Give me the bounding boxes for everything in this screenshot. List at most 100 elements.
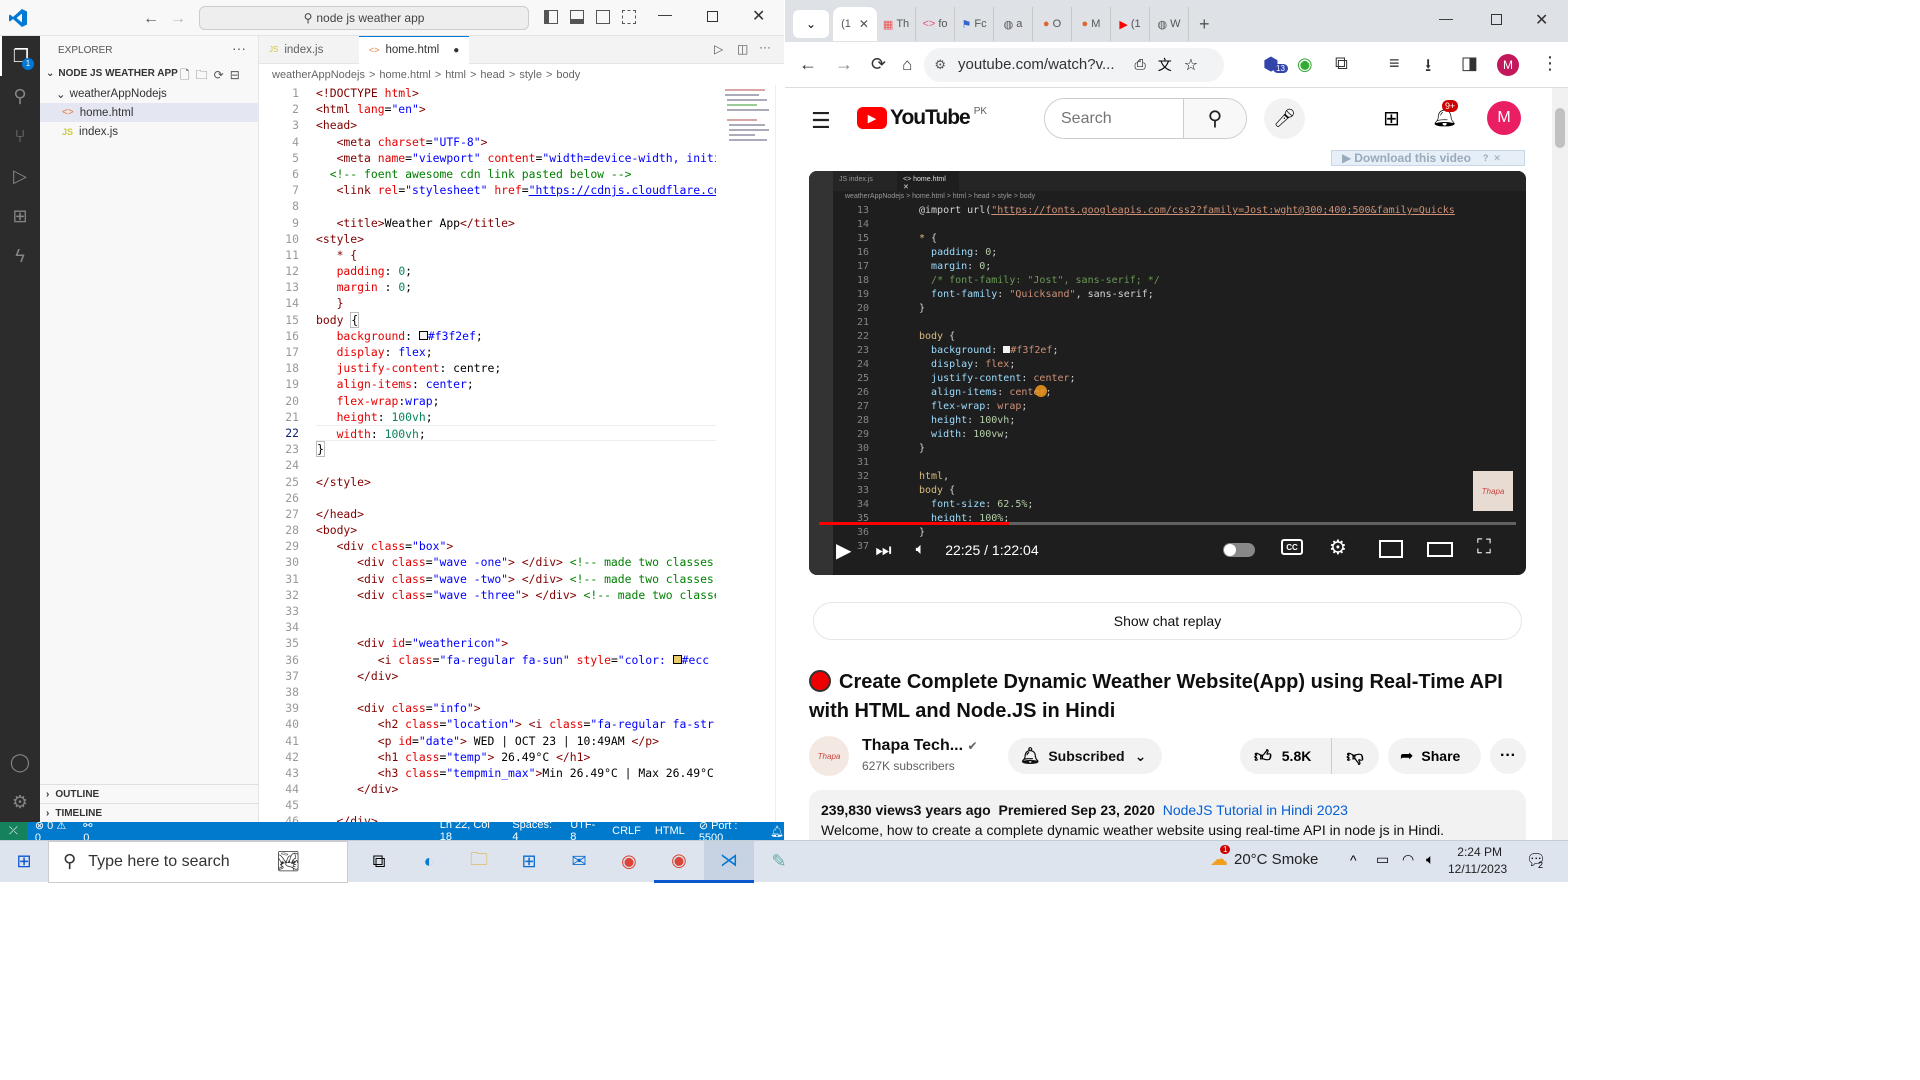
maximize-icon[interactable] [707, 11, 718, 22]
create-video-icon[interactable]: ⊞ [1383, 106, 1400, 131]
subscribed-button[interactable]: 🔔︎ Subscribed ⌄ [1008, 738, 1162, 774]
windows-start-icon[interactable]: ⊞ [0, 841, 48, 883]
new-tab-icon[interactable]: + [1199, 14, 1210, 35]
notifications-bell-icon[interactable]: 🔔︎ [770, 825, 784, 838]
tab-youtube-active[interactable]: (1 ✕ [833, 7, 877, 41]
like-button[interactable]: 👍︎ 5.8K [1240, 738, 1332, 774]
youtube-avatar[interactable]: M [1487, 101, 1521, 135]
outline-section[interactable]: › OUTLINE [40, 784, 259, 803]
browser-tab[interactable]: ◍ W [1150, 7, 1189, 41]
close-icon[interactable]: ✕ [1493, 153, 1501, 164]
dislike-thumbs-down-icon[interactable]: 👎︎ [1332, 738, 1378, 774]
show-hidden-icons-chevron-icon[interactable]: ^ [1350, 852, 1357, 868]
reload-icon[interactable]: ⟳ [871, 54, 886, 75]
toggle-sidebar-icon[interactable] [544, 10, 558, 24]
breadcrumb-item[interactable]: body [556, 69, 580, 81]
battery-icon[interactable]: ▭ [1376, 851, 1389, 868]
channel-avatar[interactable]: Thapa [809, 736, 849, 776]
browser-tab[interactable]: <> fo [916, 7, 955, 41]
back-arrow-icon[interactable]: ← [799, 54, 817, 75]
install-app-icon[interactable]: ⎙ [1135, 56, 1146, 73]
minimize-icon[interactable]: — [1439, 10, 1453, 26]
file-home-html[interactable]: <> home.html [40, 103, 259, 122]
browser-tab[interactable]: ▦ Th [877, 7, 916, 41]
file-explorer-icon[interactable]: 🗀 [454, 841, 504, 883]
wifi-icon[interactable]: ◠ [1402, 851, 1414, 868]
toggle-secondary-sidebar-icon[interactable] [596, 10, 610, 24]
mail-icon[interactable]: ✉ [554, 841, 604, 883]
profile-avatar[interactable]: M [1497, 54, 1519, 76]
show-chat-replay-button[interactable]: Show chat replay [813, 602, 1522, 640]
browser-tab[interactable]: ▶ (1 [1111, 7, 1150, 41]
task-view-icon[interactable]: ⧉ [354, 841, 404, 883]
run-icon[interactable]: ▷ [714, 42, 723, 56]
taskbar-search[interactable]: ⚲ Type here to search 🏞︎ [48, 840, 348, 883]
tab-search-chevron-icon[interactable]: ⌄ [793, 10, 829, 38]
home-icon[interactable]: ⌂ [902, 55, 912, 75]
customize-layout-icon[interactable] [622, 10, 636, 24]
unsaved-dot-icon[interactable]: ● [453, 45, 459, 56]
page-scrollbar[interactable] [1552, 88, 1568, 840]
minimap[interactable] [721, 85, 773, 165]
help-icon[interactable]: ? [1483, 153, 1489, 163]
playlist-link[interactable]: NodeJS Tutorial in Hindi 2023 [1163, 802, 1348, 818]
tab-index-js[interactable]: JS index.js [259, 36, 359, 64]
notepad-icon[interactable]: ✎ [754, 841, 804, 883]
youtube-logo[interactable]: ▶ YouTube PK [857, 106, 987, 130]
back-arrow-icon[interactable]: ← [143, 10, 159, 28]
thunder-client-icon[interactable]: ϟ [0, 236, 40, 276]
browser-tab[interactable]: ◍ a [994, 7, 1033, 41]
close-window-icon[interactable]: ✕ [752, 6, 765, 26]
vscode-taskbar-icon[interactable]: ⋊ [704, 840, 754, 883]
bookmark-star-icon[interactable]: ☆ [1184, 55, 1198, 75]
timeline-section[interactable]: › TIMELINE [40, 803, 259, 822]
search-button-icon[interactable]: ⚲ [1183, 99, 1246, 138]
command-center-search[interactable]: ⚲ node js weather app [199, 6, 529, 30]
more-actions-icon[interactable]: ··· [232, 40, 246, 56]
theater-mode-icon[interactable] [1427, 542, 1453, 557]
vertical-scrollbar[interactable] [775, 85, 784, 822]
tab-home-html[interactable]: <> home.html ● [359, 36, 469, 64]
extension-globe-icon[interactable]: ◉ [1297, 54, 1313, 75]
channel-watermark[interactable]: Thapa [1473, 471, 1513, 511]
download-icon[interactable]: ⭳ [1425, 53, 1431, 83]
edge-icon[interactable]: ◐ [404, 841, 454, 883]
chrome-icon[interactable]: ◉ [604, 841, 654, 883]
progress-track[interactable] [819, 522, 1516, 525]
captions-icon[interactable]: CC [1281, 539, 1303, 555]
channel-name[interactable]: Thapa Tech... ✔ [862, 737, 978, 755]
download-video-button[interactable]: ▶ Download this video? ✕ [1331, 150, 1525, 166]
file-index-js[interactable]: JS index.js [40, 122, 259, 141]
breadcrumb-item[interactable]: home.html [379, 69, 430, 81]
minimize-icon[interactable]: — [658, 6, 672, 22]
toggle-panel-icon[interactable] [570, 10, 584, 24]
breadcrumb-item[interactable]: weatherAppNodejs [272, 69, 365, 81]
scrollbar-thumb[interactable] [1555, 108, 1565, 148]
translate-icon[interactable]: 文 [1158, 55, 1172, 75]
fullscreen-icon[interactable]: ⛶ [1477, 536, 1491, 559]
accounts-icon[interactable]: ◯ [0, 742, 40, 782]
browser-tab[interactable]: ⚑ Fc [955, 7, 994, 41]
breadcrumb-item[interactable]: head [480, 69, 504, 81]
forward-arrow-icon[interactable]: → [170, 10, 186, 28]
split-editor-icon[interactable]: ◫ [737, 42, 748, 56]
share-button[interactable]: ➦ Share [1388, 738, 1481, 774]
breadcrumb-item[interactable]: html [445, 69, 466, 81]
play-icon[interactable]: ▶ [836, 538, 851, 563]
search-icon[interactable]: ⚲ [0, 76, 40, 116]
remote-icon[interactable]: ⤫ [0, 822, 27, 840]
close-tab-icon[interactable]: ✕ [859, 17, 869, 31]
more-actions-icon[interactable]: ··· [1490, 738, 1526, 774]
miniplayer-icon[interactable] [1379, 540, 1403, 558]
notifications-bell-icon[interactable]: 🔔︎ 9+ [1432, 100, 1459, 129]
side-panel-icon[interactable]: ◨ [1461, 53, 1478, 74]
youtube-search-box[interactable]: ⚲ [1044, 98, 1247, 139]
microsoft-store-icon[interactable]: ⊞ [504, 841, 554, 883]
close-window-icon[interactable]: ✕ [1535, 10, 1548, 30]
clock[interactable]: 2:24 PM 12/11/2023 [1448, 845, 1507, 876]
folder-weatherappnodejs[interactable]: ⌄ weatherAppNodejs [40, 84, 259, 103]
browser-tab[interactable]: ● M [1072, 7, 1111, 41]
extensions-puzzle-icon[interactable]: ⧉ [1335, 53, 1348, 74]
source-control-icon[interactable]: ⑂ [0, 116, 40, 156]
more-actions-icon[interactable]: ··· [759, 40, 771, 54]
